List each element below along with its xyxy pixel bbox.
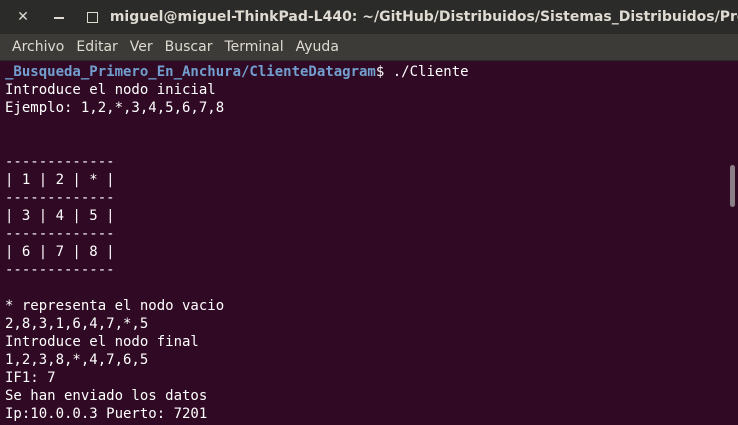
terminal-line: | 1 | 2 | * | [5,172,115,188]
minimize-icon[interactable] [48,0,70,34]
maximize-icon[interactable] [82,0,104,34]
menu-archivo[interactable]: Archivo [0,39,70,55]
terminal-line: Se han enviado los datos [5,388,208,404]
window-title: miguel@miguel-ThinkPad-L440: ~/GitHub/Di… [109,9,738,25]
prompt-path: _Busqueda_Primero_En_Anchura/ClienteData… [5,64,376,80]
menu-ver[interactable]: Ver [124,39,159,55]
terminal-line: ------------- [5,190,115,206]
terminal-line: 2,8,3,1,6,4,7,*,5 [5,316,149,332]
terminal-output: _Busqueda_Primero_En_Anchura/ClienteData… [0,61,727,423]
terminal-line: IF1: 7 [5,370,56,386]
terminal-line: * representa el nodo vacio [5,298,225,314]
terminal-line: ------------- [5,262,115,278]
terminal-line: ------------- [5,154,115,170]
menu-ayuda[interactable]: Ayuda [290,39,345,55]
terminal-line: Ejemplo: 1,2,*,3,4,5,6,7,8 [5,100,225,116]
terminal-area[interactable]: _Busqueda_Primero_En_Anchura/ClienteData… [0,61,727,425]
menu-buscar[interactable]: Buscar [159,39,219,55]
scrollbar-thumb[interactable] [730,165,735,207]
window-titlebar[interactable]: ✕ miguel@miguel-ThinkPad-L440: ~/GitHub/… [0,0,738,34]
close-icon[interactable]: ✕ [12,0,34,34]
terminal-line: | 6 | 7 | 8 | [5,244,115,260]
command-text: ./Cliente [392,64,469,80]
terminal-line: Introduce el nodo final [5,334,199,350]
terminal-line: ------------- [5,226,115,242]
prompt-symbol: $ [375,64,393,80]
menu-bar: Archivo Editar Ver Buscar Terminal Ayuda [0,34,738,61]
menu-editar[interactable]: Editar [70,39,123,55]
scrollbar[interactable] [727,61,738,425]
terminal-line: | 3 | 4 | 5 | [5,208,115,224]
terminal-line: Ip:10.0.0.3 Puerto: 7201 [5,406,208,422]
terminal-line: Introduce el nodo inicial [5,82,216,98]
terminal-line: 1,2,3,8,*,4,7,6,5 [5,352,149,368]
output-lines: Introduce el nodo inicial Ejemplo: 1,2,*… [5,82,224,422]
menu-terminal[interactable]: Terminal [218,39,289,55]
